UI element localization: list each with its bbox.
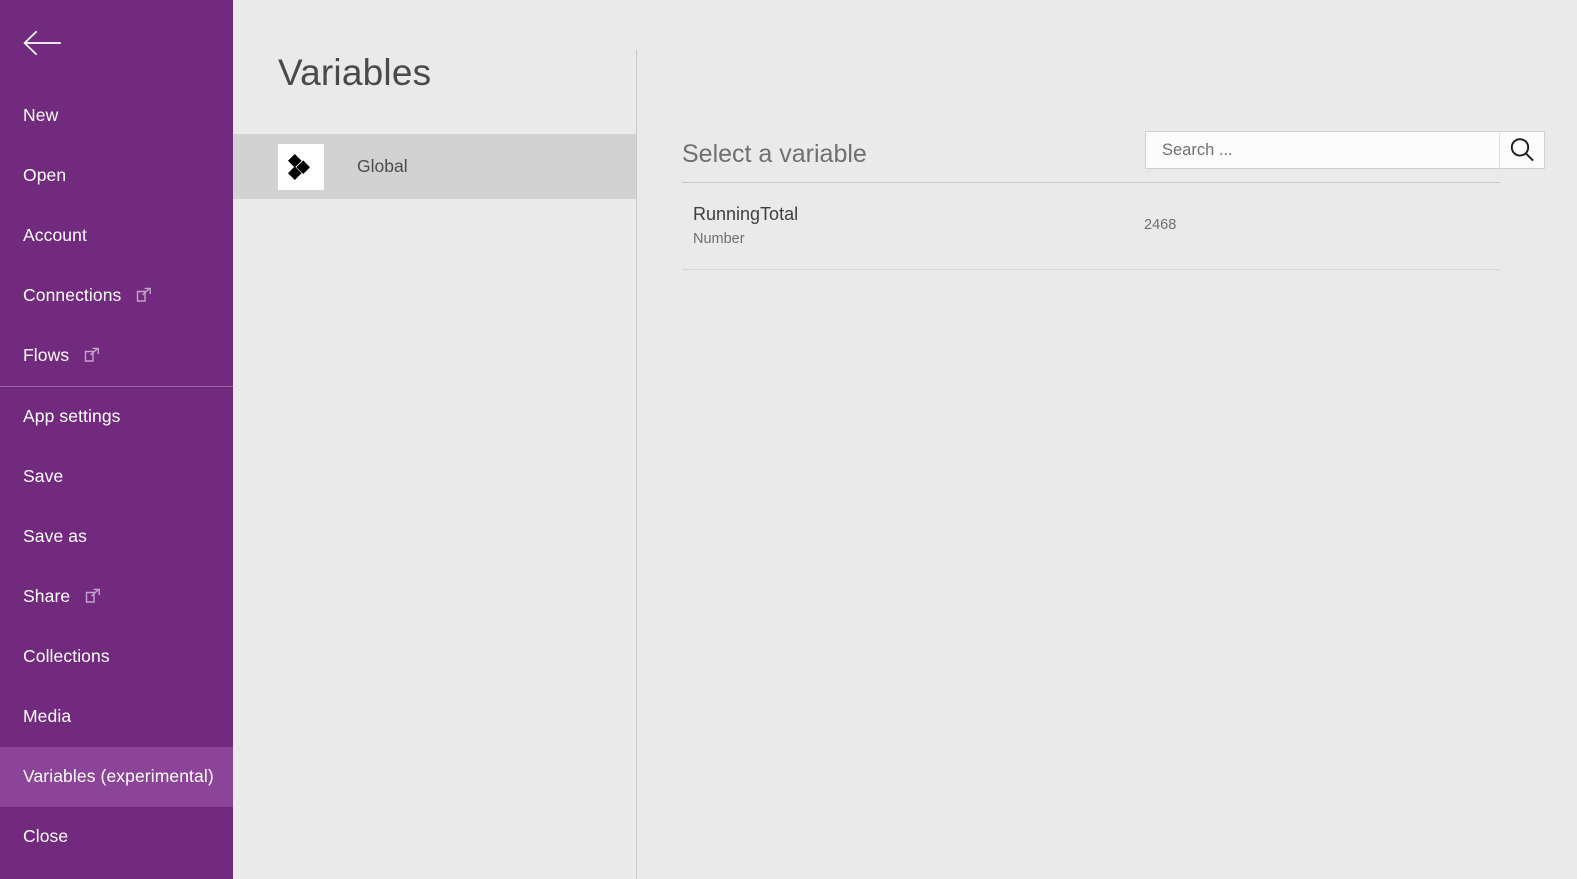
external-link-icon — [84, 587, 102, 605]
sidebar-item-close[interactable]: Close — [0, 807, 233, 867]
backstage-sidebar: New Open Account Connections Flows App settin… — [0, 0, 233, 879]
sidebar-item-open[interactable]: Open — [0, 146, 233, 206]
powerapps-backstage-screen: New Open Account Connections Flows App settin… — [0, 0, 1577, 879]
sidebar-item-label: Flows — [23, 345, 70, 366]
sidebar-item-label: New — [23, 105, 59, 126]
sidebar-item-label: Collections — [23, 646, 110, 667]
scope-item-global[interactable]: Global — [233, 134, 637, 199]
search-button[interactable] — [1499, 131, 1545, 169]
sidebar-item-label: Close — [23, 826, 69, 847]
back-button[interactable] — [0, 0, 233, 86]
variable-type: Number — [693, 231, 745, 247]
variable-name: RunningTotal — [693, 204, 799, 224]
search-icon — [1507, 135, 1537, 165]
sidebar-item-flows[interactable]: Flows — [0, 326, 233, 386]
search-input[interactable] — [1146, 132, 1499, 168]
sidebar-item-account[interactable]: Account — [0, 206, 233, 266]
sidebar-item-label: Save — [23, 466, 64, 487]
sidebar-item-save-as[interactable]: Save as — [0, 507, 233, 567]
search-box[interactable] — [1145, 131, 1499, 169]
sidebar-item-label: Connections — [23, 285, 122, 306]
external-link-icon — [83, 346, 101, 364]
sidebar-item-label: Media — [23, 706, 72, 727]
sidebar-item-save[interactable]: Save — [0, 447, 233, 507]
search-container — [1145, 131, 1545, 169]
sidebar-item-connections[interactable]: Connections — [0, 266, 233, 326]
variable-value: 2468 — [1144, 217, 1177, 233]
variable-detail-area: Select a variable RunningTotal Number 2468 — [637, 0, 1577, 879]
variables-panel: Variables Global — [233, 0, 637, 879]
global-variables-icon — [278, 143, 324, 190]
sidebar-item-app-settings[interactable]: App settings — [0, 387, 233, 447]
variable-list-header: Select a variable — [682, 131, 1545, 183]
external-link-icon — [135, 286, 153, 304]
back-arrow-icon — [22, 30, 62, 56]
sidebar-item-collections[interactable]: Collections — [0, 627, 233, 687]
page-title: Variables — [278, 52, 432, 93]
sidebar-item-new[interactable]: New — [0, 86, 233, 146]
variable-list: RunningTotal Number 2468 — [682, 192, 1500, 270]
sidebar-nav-list: New Open Account Connections Flows App settin… — [0, 86, 233, 867]
sidebar-item-media[interactable]: Media — [0, 687, 233, 747]
sidebar-item-label: Variables (experimental) — [23, 766, 214, 787]
sidebar-item-label: Account — [23, 225, 87, 246]
variable-row[interactable]: RunningTotal Number 2468 — [682, 192, 1500, 270]
sidebar-item-label: Open — [23, 165, 67, 186]
sidebar-item-label: Share — [23, 586, 71, 607]
sidebar-item-label: App settings — [23, 406, 121, 427]
sidebar-item-share[interactable]: Share — [0, 567, 233, 627]
section-title: Select a variable — [682, 140, 867, 168]
sidebar-item-variables-experimental[interactable]: Variables (experimental) — [0, 747, 233, 807]
sidebar-item-label: Save as — [23, 526, 87, 547]
scope-item-label: Global — [357, 156, 408, 176]
